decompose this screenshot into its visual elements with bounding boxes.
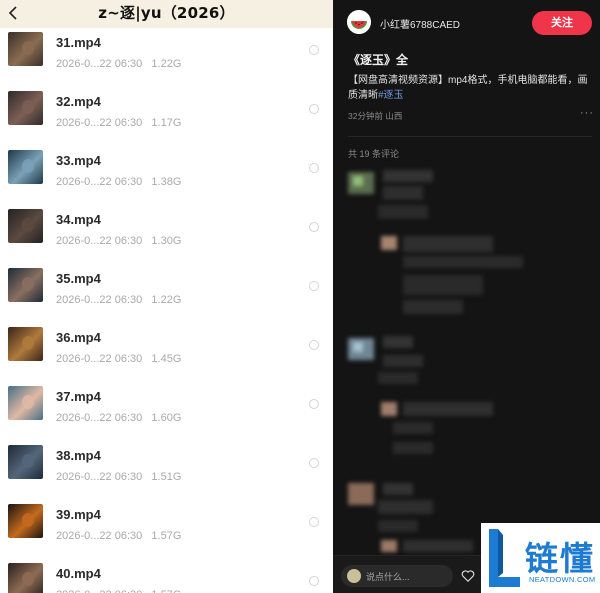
- file-size: 1.45G: [151, 353, 182, 365]
- file-size: 1.17G: [151, 117, 182, 129]
- post-body: 【网盘高清视频资源】mp4格式，手机电脑都能看，画质清晰#逐玉: [348, 73, 594, 103]
- file-name: 36.mp4: [56, 330, 101, 345]
- file-date: 2026-0...22 06:30: [56, 412, 143, 424]
- avatar: [347, 569, 361, 583]
- file-date: 2026-0...22 06:30: [56, 530, 143, 542]
- file-item[interactable]: 35.mp4 2026-0...22 06:30 1.22G: [0, 266, 333, 325]
- file-size: 1.51G: [151, 471, 182, 483]
- select-radio[interactable]: [309, 163, 319, 173]
- file-item[interactable]: 34.mp4 2026-0...22 06:30 1.30G: [0, 207, 333, 266]
- file-meta: 2026-0...22 06:30 1.57G: [56, 530, 181, 542]
- select-radio[interactable]: [309, 45, 319, 55]
- file-name: 40.mp4: [56, 566, 101, 581]
- logo-l-icon: [489, 529, 520, 587]
- file-name: 37.mp4: [56, 389, 101, 404]
- video-thumbnail: [8, 445, 43, 479]
- file-item[interactable]: 32.mp4 2026-0...22 06:30 1.17G: [0, 89, 333, 148]
- file-name: 35.mp4: [56, 271, 101, 286]
- video-thumbnail: [8, 268, 43, 302]
- file-size: 1.30G: [151, 235, 182, 247]
- file-name: 38.mp4: [56, 448, 101, 463]
- file-meta: 2026-0...22 06:30 1.22G: [56, 294, 181, 306]
- file-meta: 2026-0...22 06:30 1.30G: [56, 235, 181, 247]
- file-meta: 2026-0...22 06:30 1.45G: [56, 353, 181, 365]
- avatar[interactable]: [347, 10, 371, 34]
- file-date: 2026-0...22 06:30: [56, 58, 143, 70]
- video-thumbnail: [8, 563, 43, 593]
- video-thumbnail: [8, 150, 43, 184]
- file-size: 1.60G: [151, 412, 182, 424]
- post-time: 32分钟前: [348, 111, 383, 121]
- file-size: 1.57G: [151, 589, 181, 593]
- select-radio[interactable]: [309, 281, 319, 291]
- file-meta: 2026-0...22 06:30 1.22G: [56, 58, 181, 70]
- video-thumbnail: [8, 32, 43, 66]
- file-list-panel: z~逐|yu（2026） 31.mp4 2026-0...22 06:30 1.2…: [0, 0, 333, 593]
- file-name: 34.mp4: [56, 212, 101, 227]
- file-item[interactable]: 37.mp4 2026-0...22 06:30 1.60G: [0, 384, 333, 443]
- divider: [348, 136, 592, 137]
- file-date: 2026-0...22 06:30: [56, 353, 143, 365]
- file-meta: 2026-0...22 06:30 1.51G: [56, 471, 181, 483]
- more-options-icon[interactable]: ···: [580, 107, 594, 119]
- select-radio[interactable]: [309, 399, 319, 409]
- select-radio[interactable]: [309, 222, 319, 232]
- follow-button[interactable]: 关注: [532, 11, 592, 35]
- hashtag-link[interactable]: #逐玉: [378, 90, 404, 101]
- file-size: 1.22G: [151, 294, 182, 306]
- post-meta: 32分钟前 山西: [348, 110, 402, 122]
- file-item[interactable]: 33.mp4 2026-0...22 06:30 1.38G: [0, 148, 333, 207]
- file-item[interactable]: 39.mp4 2026-0...22 06:30 1.57G: [0, 502, 333, 561]
- video-thumbnail: [8, 209, 43, 243]
- watermark-cn: 链懂: [525, 539, 595, 578]
- video-thumbnail: [8, 91, 43, 125]
- file-date: 2026-0...22 06:30: [56, 235, 143, 247]
- file-date: 2026-0...22 06:30: [56, 294, 143, 306]
- file-item[interactable]: 38.mp4 2026-0...22 06:30 1.51G: [0, 443, 333, 502]
- file-name: 33.mp4: [56, 153, 101, 168]
- select-radio[interactable]: [309, 576, 319, 586]
- watermark-en: NEATDOWN.COM: [529, 575, 596, 584]
- comment-count: 共 19 条评论: [348, 149, 400, 159]
- post-panel: 小红薯6788CAED 关注 《逐玉》全 【网盘高清视频资源】mp4格式，手机电…: [333, 0, 600, 593]
- select-radio[interactable]: [309, 104, 319, 114]
- username[interactable]: 小红薯6788CAED: [380, 16, 460, 31]
- file-item[interactable]: 40.mp4 2026-0...22 06:30 1.57G: [0, 561, 333, 593]
- heart-icon[interactable]: [461, 569, 475, 583]
- file-meta: 2026-0...22 06:30 1.38G: [56, 176, 181, 188]
- file-name: 31.mp4: [56, 35, 101, 50]
- file-meta: 2026-0...22 06:30 1.57G: [56, 589, 181, 593]
- watermelon-icon: [347, 10, 371, 34]
- file-size: 1.38G: [151, 176, 182, 188]
- file-meta: 2026-0...22 06:30 1.17G: [56, 117, 181, 129]
- file-item[interactable]: 36.mp4 2026-0...22 06:30 1.45G: [0, 325, 333, 384]
- select-radio[interactable]: [309, 517, 319, 527]
- file-date: 2026-0...22 06:30: [56, 471, 143, 483]
- file-size: 1.22G: [151, 58, 182, 70]
- select-radio[interactable]: [309, 458, 319, 468]
- post-location: 山西: [385, 111, 403, 121]
- video-thumbnail: [8, 327, 43, 361]
- folder-header: z~逐|yu（2026）: [0, 0, 333, 28]
- post-title: 《逐玉》全: [348, 53, 409, 67]
- watermark-logo: 链懂 NEATDOWN.COM: [481, 523, 600, 593]
- file-name: 39.mp4: [56, 507, 101, 522]
- file-size: 1.57G: [151, 530, 182, 542]
- file-item[interactable]: 31.mp4 2026-0...22 06:30 1.22G: [0, 30, 333, 89]
- file-date: 2026-0...22 06:30: [56, 589, 142, 593]
- folder-title: z~逐|yu（2026）: [98, 4, 235, 22]
- select-radio[interactable]: [309, 340, 319, 350]
- file-date: 2026-0...22 06:30: [56, 117, 143, 129]
- comment-input[interactable]: 说点什么...: [341, 565, 453, 587]
- video-thumbnail: [8, 386, 43, 420]
- file-meta: 2026-0...22 06:30 1.60G: [56, 412, 181, 424]
- file-date: 2026-0...22 06:30: [56, 176, 143, 188]
- file-name: 32.mp4: [56, 94, 101, 109]
- comment-placeholder: 说点什么...: [366, 572, 410, 582]
- video-thumbnail: [8, 504, 43, 538]
